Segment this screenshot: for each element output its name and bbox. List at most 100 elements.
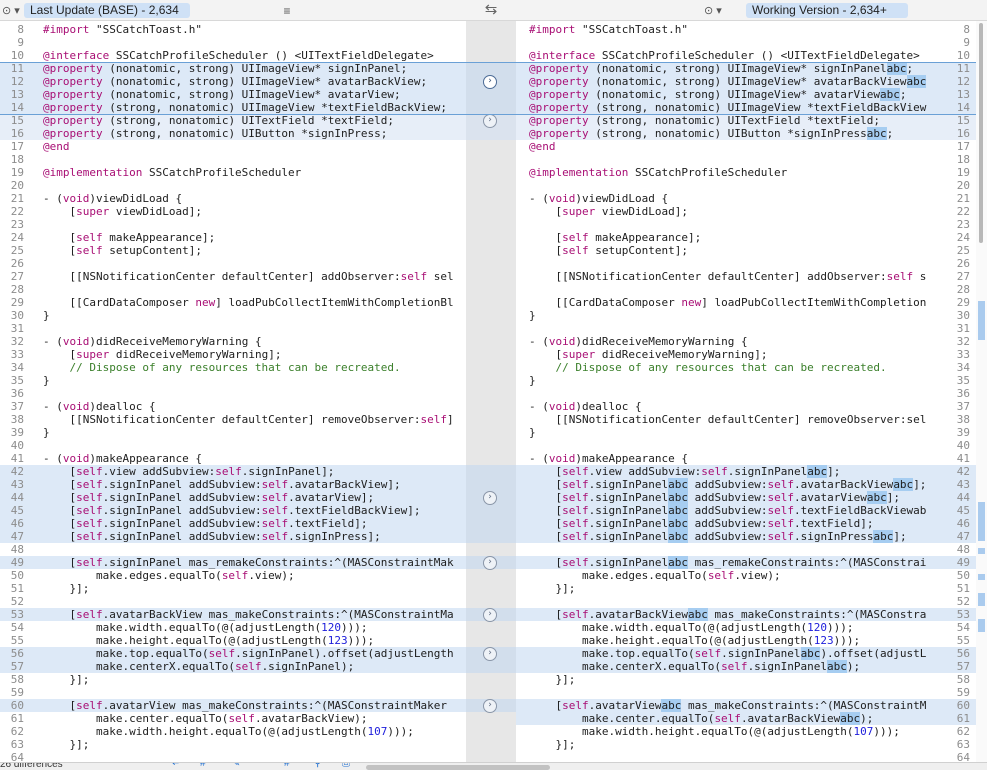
- left-code-line[interactable]: - (void)viewDidLoad {: [30, 192, 466, 205]
- left-code-line[interactable]: [30, 387, 466, 400]
- right-code-line[interactable]: }];: [516, 673, 940, 686]
- minimap-change-marker[interactable]: [978, 573, 985, 580]
- right-code-line[interactable]: [super didReceiveMemoryWarning];: [516, 348, 940, 361]
- left-code-line[interactable]: make.center.equalTo(self.avatarBackView)…: [30, 712, 466, 725]
- merge-arrow-button[interactable]: ›: [483, 75, 497, 89]
- left-code-line[interactable]: make.width.height.equalTo(@(adjustLength…: [30, 725, 466, 738]
- hash-icon[interactable]: #: [200, 763, 206, 769]
- right-code-line[interactable]: [516, 686, 940, 699]
- left-code-line[interactable]: #import "SSCatchToast.h": [30, 23, 466, 36]
- filter-icon[interactable]: ⚲: [314, 763, 321, 769]
- left-code-line[interactable]: // Dispose of any resources that can be …: [30, 361, 466, 374]
- left-code-line[interactable]: }: [30, 374, 466, 387]
- right-code-line[interactable]: [516, 439, 940, 452]
- right-code-line[interactable]: @property (nonatomic, strong) UIImageVie…: [516, 62, 940, 75]
- left-code-line[interactable]: [30, 153, 466, 166]
- merge-arrow-button[interactable]: ›: [483, 608, 497, 622]
- right-code-line[interactable]: // Dispose of any resources that can be …: [516, 361, 940, 374]
- left-code-line[interactable]: }];: [30, 738, 466, 751]
- left-code-line[interactable]: [30, 218, 466, 231]
- left-code-line[interactable]: [self setupContent];: [30, 244, 466, 257]
- left-code-line[interactable]: [self.signInPanel addSubview:self.textFi…: [30, 517, 466, 530]
- left-code-line[interactable]: [self.view addSubview:self.signInPanel];: [30, 465, 466, 478]
- right-code-line[interactable]: [516, 218, 940, 231]
- right-code-line[interactable]: @property (strong, nonatomic) UITextFiel…: [516, 114, 940, 127]
- left-code-line[interactable]: [self.signInPanel addSubview:self.textFi…: [30, 504, 466, 517]
- minimap-change-marker[interactable]: [978, 502, 985, 541]
- right-code-line[interactable]: make.width.equalTo(@(adjustLength(120)))…: [516, 621, 940, 634]
- right-code-line[interactable]: @property (strong, nonatomic) UIImageVie…: [516, 101, 940, 114]
- printer-icon[interactable]: ⎙: [342, 763, 350, 769]
- left-code-line[interactable]: [30, 543, 466, 556]
- left-code-line[interactable]: [[NSNotificationCenter defaultCenter] ad…: [30, 270, 466, 283]
- left-code-line[interactable]: [self.signInPanel addSubview:self.avatar…: [30, 491, 466, 504]
- left-code-line[interactable]: [super viewDidLoad];: [30, 205, 466, 218]
- left-code-line[interactable]: [self.avatarView mas_makeConstraints:^(M…: [30, 699, 466, 712]
- right-code-line[interactable]: }];: [516, 582, 940, 595]
- left-code-line[interactable]: [30, 439, 466, 452]
- arrow-return-icon[interactable]: ↵: [172, 763, 180, 769]
- left-code-line[interactable]: @property (strong, nonatomic) UIButton *…: [30, 127, 466, 140]
- right-code-line[interactable]: [self.signInPanelabc addSubview:self.sig…: [516, 530, 940, 543]
- left-code-line[interactable]: [30, 322, 466, 335]
- minimap-change-marker[interactable]: [978, 547, 985, 554]
- left-code-line[interactable]: [30, 36, 466, 49]
- left-code-line[interactable]: make.top.equalTo(self.signInPanel).offse…: [30, 647, 466, 660]
- left-code-line[interactable]: [[CardDataComposer new] loadPubCollectIt…: [30, 296, 466, 309]
- right-code-line[interactable]: }];: [516, 738, 940, 751]
- minimap-change-marker[interactable]: [978, 619, 985, 632]
- left-code-line[interactable]: }: [30, 309, 466, 322]
- right-code-line[interactable]: - (void)didReceiveMemoryWarning {: [516, 335, 940, 348]
- right-code-line[interactable]: [self.avatarViewabc mas_makeConstraints:…: [516, 699, 940, 712]
- right-code-line[interactable]: make.centerX.equalTo(self.signInPanelabc…: [516, 660, 940, 673]
- left-code-line[interactable]: [30, 595, 466, 608]
- right-code-line[interactable]: [self makeAppearance];: [516, 231, 940, 244]
- left-code-line[interactable]: make.height.equalTo(@(adjustLength(123))…: [30, 634, 466, 647]
- left-code-line[interactable]: [self makeAppearance];: [30, 231, 466, 244]
- right-file-selector[interactable]: ⊙ ▾ Working Version - 2,634+ ≡: [704, 1, 987, 20]
- right-code-line[interactable]: }: [516, 374, 940, 387]
- left-code-line[interactable]: [self.signInPanel addSubview:self.avatar…: [30, 478, 466, 491]
- left-code-line[interactable]: @property (nonatomic, strong) UIImageVie…: [30, 75, 466, 88]
- left-code-line[interactable]: @implementation SSCatchProfileScheduler: [30, 166, 466, 179]
- left-code-line[interactable]: @interface SSCatchProfileScheduler () <U…: [30, 49, 466, 62]
- left-file-selector[interactable]: ⊙ ▾ Last Update (BASE) - 2,634 ≡: [2, 1, 295, 20]
- left-code-line[interactable]: [30, 751, 466, 762]
- left-code-line[interactable]: @end: [30, 140, 466, 153]
- minimap-change-marker[interactable]: [978, 300, 985, 340]
- left-code-line[interactable]: [30, 179, 466, 192]
- right-code-line[interactable]: [516, 595, 940, 608]
- left-code-pane[interactable]: #import "SSCatchToast.h" @interface SSCat…: [30, 21, 466, 762]
- right-code-line[interactable]: [self.signInPanelabc addSubview:self.tex…: [516, 517, 940, 530]
- right-code-line[interactable]: [[NSNotificationCenter defaultCenter] ad…: [516, 270, 940, 283]
- merge-arrow-button[interactable]: ›: [483, 647, 497, 661]
- right-code-line[interactable]: @interface SSCatchProfileScheduler () <U…: [516, 49, 940, 62]
- right-code-line[interactable]: [self.signInPanelabc mas_remakeConstrain…: [516, 556, 940, 569]
- swap-icon[interactable]: ⇆: [480, 1, 502, 19]
- right-code-line[interactable]: @property (nonatomic, strong) UIImageVie…: [516, 75, 940, 88]
- file-selector-icon[interactable]: ⊙ ▾: [704, 4, 726, 18]
- file-selector-icon[interactable]: ⊙ ▾: [2, 4, 24, 18]
- right-code-line[interactable]: - (void)viewDidLoad {: [516, 192, 940, 205]
- merge-arrow-button[interactable]: ›: [483, 491, 497, 505]
- hash-icon[interactable]: #: [284, 763, 290, 769]
- left-code-line[interactable]: @property (nonatomic, strong) UIImageVie…: [30, 62, 466, 75]
- left-code-line[interactable]: [30, 283, 466, 296]
- diff-minimap[interactable]: [976, 21, 987, 762]
- right-code-line[interactable]: @property (strong, nonatomic) UIButton *…: [516, 127, 940, 140]
- vertical-scrollbar[interactable]: [979, 23, 983, 243]
- right-code-line[interactable]: make.height.equalTo(@(adjustLength(123))…: [516, 634, 940, 647]
- right-code-line[interactable]: [516, 36, 940, 49]
- merge-arrow-button[interactable]: ›: [483, 556, 497, 570]
- right-code-line[interactable]: [516, 387, 940, 400]
- right-code-line[interactable]: [516, 322, 940, 335]
- left-code-line[interactable]: @property (strong, nonatomic) UITextFiel…: [30, 114, 466, 127]
- right-code-line[interactable]: - (void)makeAppearance {: [516, 452, 940, 465]
- left-code-line[interactable]: }: [30, 426, 466, 439]
- left-code-line[interactable]: - (void)dealloc {: [30, 400, 466, 413]
- right-code-line[interactable]: [self.signInPanelabc addSubview:self.ava…: [516, 491, 940, 504]
- right-code-line[interactable]: [516, 751, 940, 762]
- chevron-up-icon[interactable]: ^: [258, 763, 263, 769]
- right-code-line[interactable]: [self.signInPanelabc addSubview:self.ava…: [516, 478, 940, 491]
- left-code-line[interactable]: @property (nonatomic, strong) UIImageVie…: [30, 88, 466, 101]
